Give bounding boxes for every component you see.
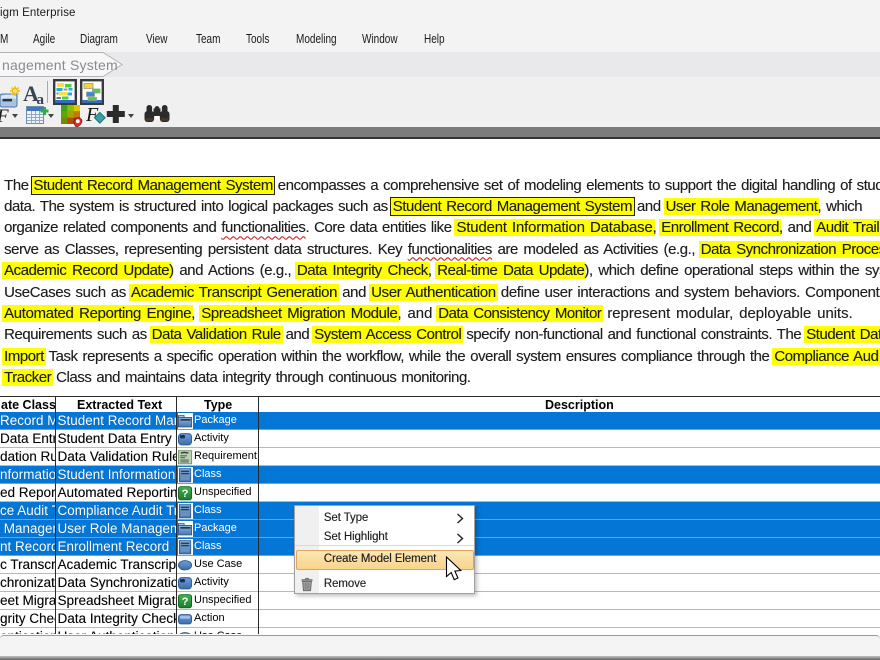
svg-text:a: a [37,92,45,107]
svg-text:F: F [0,106,9,126]
